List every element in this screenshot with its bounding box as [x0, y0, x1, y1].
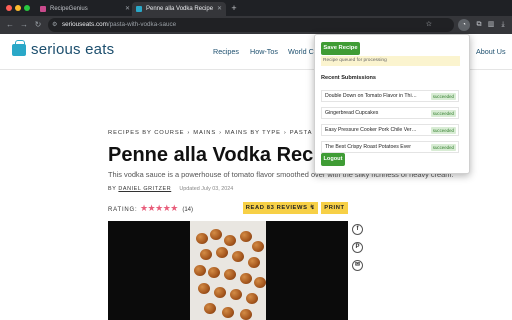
- star-icon: ★: [170, 203, 179, 213]
- browser-tab-penne[interactable]: Penne alla Vodka Recipe ✕: [132, 2, 226, 16]
- nav-recipes[interactable]: Recipes: [213, 47, 239, 56]
- pinterest-icon[interactable]: P: [352, 242, 363, 253]
- rating-label: RATING:: [108, 207, 138, 213]
- address-bar[interactable]: ⚙ seriouseats.com/pasta-with-vodka-sauce…: [48, 18, 454, 32]
- maximize-window-button[interactable]: [24, 5, 30, 11]
- bookmark-star-icon[interactable]: ☆: [426, 18, 432, 32]
- read-reviews-button[interactable]: READ 83 REVIEWS ↯: [243, 202, 318, 214]
- breadcrumb-item[interactable]: MAINS: [193, 130, 216, 136]
- seriouseats-favicon-icon: [136, 6, 142, 12]
- download-icon[interactable]: ⤓: [497, 19, 509, 31]
- breadcrumb-separator: ›: [187, 130, 191, 136]
- breadcrumb-item[interactable]: RECIPES BY COURSE: [108, 130, 184, 136]
- close-window-button[interactable]: [6, 5, 12, 11]
- video-player[interactable]: [108, 221, 348, 320]
- rating-stars: ★★★★★: [140, 203, 178, 213]
- plus-icon[interactable]: +: [228, 2, 240, 14]
- submission-row[interactable]: Easy Pressure Cooker Pork Chile Ver… suc…: [321, 124, 459, 136]
- site-logo[interactable]: serious eats: [31, 41, 114, 58]
- status-badge: succeeded: [430, 127, 456, 134]
- submission-title: Easy Pressure Cooker Pork Chile Ver…: [325, 127, 417, 133]
- status-badge: succeeded: [430, 110, 456, 117]
- print-button[interactable]: PRINT: [321, 202, 348, 214]
- browser-toolbar: ← → ↻ ⚙ seriouseats.com/pasta-with-vodka…: [0, 16, 512, 34]
- side-panel-icon[interactable]: ▥: [485, 19, 497, 31]
- page-title: Penne alla Vodka Recip: [108, 144, 332, 166]
- back-arrow-icon[interactable]: ←: [4, 19, 16, 31]
- nav-how-tos[interactable]: How-Tos: [250, 47, 278, 56]
- shopping-bag-logo-icon[interactable]: [12, 40, 26, 56]
- status-badge: succeeded: [430, 93, 456, 100]
- submission-title: Gingerbread Cupcakes: [325, 110, 379, 116]
- submission-title: The Best Crispy Roast Potatoes Ever: [325, 144, 411, 150]
- submission-row[interactable]: Double Down on Tomato Flavor in Thi… suc…: [321, 90, 459, 102]
- facebook-icon[interactable]: f: [352, 224, 363, 235]
- nav-about-us[interactable]: About Us: [476, 47, 506, 56]
- breadcrumb-separator: ›: [219, 130, 222, 136]
- nav-world-cuisines[interactable]: World C: [288, 47, 314, 56]
- rating[interactable]: RATING: ★★★★★ (14): [108, 202, 193, 215]
- browser-tab-strip: RecipeGenius ✕ Penne alla Vodka Recipe ✕…: [0, 0, 512, 16]
- email-icon[interactable]: ✉: [352, 260, 363, 271]
- tab-title: Penne alla Vodka Recipe: [146, 6, 214, 12]
- submission-row[interactable]: Gingerbread Cupcakes succeeded: [321, 107, 459, 119]
- submission-title: Double Down on Tomato Flavor in Thi…: [325, 93, 417, 99]
- breadcrumb: RECIPES BY COURSE › MAINS › MAINS BY TYPE › PA…: [108, 130, 320, 136]
- submission-row[interactable]: The Best Crispy Roast Potatoes Ever succ…: [321, 141, 459, 153]
- breadcrumb-separator: ›: [283, 130, 287, 136]
- byline: BY DANIEL GRITZER Updated July 03, 2024: [108, 186, 233, 192]
- close-tab-icon[interactable]: ✕: [125, 2, 130, 16]
- url-host: seriouseats.com: [62, 21, 108, 28]
- browser-tab-recipegenius[interactable]: RecipeGenius ✕: [36, 2, 134, 16]
- status-notice: Recipe queued for processing: [321, 56, 460, 66]
- extension-recipegenius-icon[interactable]: ◔: [458, 19, 470, 31]
- read-reviews-label: READ 83 REVIEWS: [245, 205, 308, 211]
- tab-title: RecipeGenius: [50, 6, 88, 12]
- minimize-window-button[interactable]: [15, 5, 21, 11]
- breadcrumb-item[interactable]: MAINS BY TYPE: [225, 130, 281, 136]
- close-tab-icon[interactable]: ✕: [217, 2, 222, 16]
- forward-arrow-icon[interactable]: →: [18, 19, 30, 31]
- reload-icon[interactable]: ↻: [32, 19, 44, 31]
- url-text: seriouseats.com/pasta-with-vodka-sauce: [62, 18, 176, 32]
- save-recipe-button[interactable]: Save Recipe: [321, 42, 360, 55]
- arrow-down-icon: ↯: [309, 205, 316, 211]
- updated-date: Updated July 03, 2024: [179, 186, 234, 192]
- url-path: /pasta-with-vodka-sauce: [107, 21, 177, 28]
- byline-prefix: BY: [108, 186, 117, 192]
- recipegenius-favicon-icon: [40, 6, 46, 12]
- status-badge: succeeded: [430, 144, 456, 151]
- author-link[interactable]: DANIEL GRITZER: [118, 186, 171, 192]
- extensions-puzzle-icon[interactable]: ⧉: [473, 19, 485, 31]
- recent-submissions-heading: Recent Submissions: [321, 75, 377, 81]
- video-frame-fried-food: [190, 221, 266, 320]
- rating-count: (14): [182, 207, 193, 213]
- site-info-icon[interactable]: ⚙: [52, 18, 57, 32]
- recipegenius-popup: Save Recipe Recipe queued for processing…: [314, 34, 470, 174]
- logout-button[interactable]: Logout: [321, 153, 345, 166]
